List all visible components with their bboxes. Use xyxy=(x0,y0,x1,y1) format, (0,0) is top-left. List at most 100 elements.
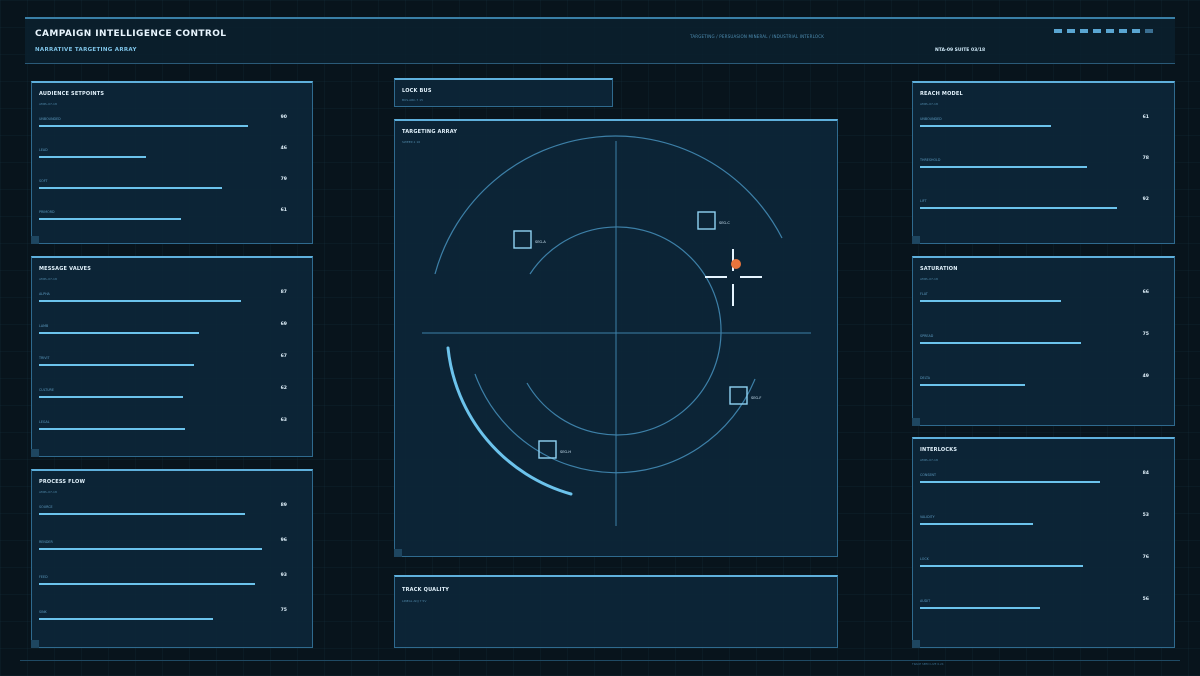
metric-value: 79 xyxy=(280,177,287,182)
metric-label: ALPHA xyxy=(39,292,50,296)
panel-process-flow: PROCESS FLOW AMPL-07-18 SOURCE 89 RENDER 96… xyxy=(31,469,313,648)
lock-reticle[interactable] xyxy=(705,249,762,306)
metric-bar xyxy=(920,207,1117,209)
panel-targeting-array: TARGETING ARRAY SWEEP-1 16 SEG-A SEG-C S… xyxy=(394,119,838,557)
metric-row: ALPHA 87 xyxy=(39,290,292,306)
panel-track-quality: TRACK QUALITY LINEAL ADJ 7 5V xyxy=(394,575,838,648)
metric-label: AUDIT xyxy=(920,599,931,603)
metric-bar xyxy=(39,156,146,158)
target-label: SEG-A xyxy=(535,240,546,244)
metric-value: 53 xyxy=(1142,513,1149,518)
panel-title: SATURATION xyxy=(920,266,958,272)
metric-bar xyxy=(920,300,1061,302)
metric-label: TRIVIT xyxy=(39,356,50,360)
target-box[interactable] xyxy=(697,211,716,230)
metric-row: UNBOUNDED 90 xyxy=(39,115,292,131)
panel-subtitle: LINEAL ADJ 7 5V xyxy=(402,599,427,603)
metric-value: 61 xyxy=(280,208,287,213)
panel-corner xyxy=(912,418,920,426)
metric-row: UNBOUNDED 61 xyxy=(920,115,1154,131)
radar-ring-inner xyxy=(526,226,722,436)
metric-label: CONSENT xyxy=(920,473,937,477)
metric-value: 62 xyxy=(280,386,287,391)
metric-bar xyxy=(920,166,1087,168)
metric-label: FEED xyxy=(39,575,48,579)
panel-corner xyxy=(31,236,39,244)
page-subtitle: NARRATIVE TARGETING ARRAY xyxy=(35,47,137,53)
target-seg-c[interactable]: SEG-C xyxy=(697,211,730,230)
metric-value: 56 xyxy=(1142,597,1149,602)
metric-row: FEED 93 xyxy=(39,573,292,589)
metric-bar xyxy=(39,583,255,585)
target-box[interactable] xyxy=(538,440,557,459)
panel-title: TRACK QUALITY xyxy=(402,587,450,593)
dashboard-root: CAMPAIGN INTELLIGENCE CONTROL NARRATIVE … xyxy=(0,0,1200,676)
metric-bar xyxy=(920,565,1083,567)
metric-value: 67 xyxy=(280,354,287,359)
metric-value: 78 xyxy=(1142,156,1149,161)
metric-value: 76 xyxy=(1142,555,1149,560)
page-title: CAMPAIGN INTELLIGENCE CONTROL xyxy=(35,29,227,39)
metric-label: DELTA xyxy=(920,376,931,380)
panel-corner xyxy=(912,236,920,244)
metric-row: SINK 75 xyxy=(39,608,292,624)
header-bar: CAMPAIGN INTELLIGENCE CONTROL NARRATIVE … xyxy=(25,17,1175,64)
metric-bar xyxy=(920,342,1081,344)
status-dot xyxy=(1054,29,1062,33)
metric-label: LOCK xyxy=(920,557,929,561)
target-seg-h[interactable]: SEG-H xyxy=(538,440,571,459)
panel-title: MESSAGE VALVES xyxy=(39,266,92,272)
targeting-radar[interactable]: SEG-A SEG-C SEG-F SEG-H xyxy=(395,121,837,557)
metric-row: SPREAD 75 xyxy=(920,332,1154,348)
metric-value: 49 xyxy=(1142,374,1149,379)
target-seg-f[interactable]: SEG-F xyxy=(729,386,761,405)
metric-value: 69 xyxy=(280,322,287,327)
lock-dot xyxy=(731,259,741,269)
status-dot xyxy=(1132,29,1140,33)
metric-bar xyxy=(39,396,183,398)
metric-row: LAMB 69 xyxy=(39,322,292,338)
status-dot xyxy=(1093,29,1101,33)
metric-value: 75 xyxy=(1142,332,1149,337)
metric-bar xyxy=(920,523,1033,525)
status-dot xyxy=(1119,29,1127,33)
panel-subtitle: AMPL-07-18 xyxy=(39,277,57,281)
panel-subtitle: BUS-ARC-7 15 xyxy=(402,98,424,102)
metric-value: 66 xyxy=(1142,290,1149,295)
target-box[interactable] xyxy=(513,230,532,249)
metric-bar xyxy=(39,548,262,550)
metric-value: 89 xyxy=(280,503,287,508)
panel-audience-setpoints: AUDIENCE SETPOINTS AMPL-07-18 UNBOUNDED 9… xyxy=(31,81,313,244)
panel-title: AUDIENCE SETPOINTS xyxy=(39,91,105,97)
panel-corner xyxy=(31,640,39,648)
metric-value: 46 xyxy=(280,146,287,151)
target-label: SEG-F xyxy=(751,396,761,400)
metric-value: 93 xyxy=(280,573,287,578)
panel-subtitle: AMPL-07-18 xyxy=(920,277,938,281)
metric-row: SOURCE 89 xyxy=(39,503,292,519)
panel-lock-bus: LOCK BUS BUS-ARC-7 15 xyxy=(394,78,613,107)
panel-corner xyxy=(31,449,39,457)
metric-row: LEGAL 63 xyxy=(39,418,292,434)
suite-meta: NTA-09 SUITE 03/18 xyxy=(935,48,986,53)
metric-row: SOFT 79 xyxy=(39,177,292,193)
metric-label: PRIMORD xyxy=(39,210,55,214)
target-seg-a[interactable]: SEG-A xyxy=(513,230,546,249)
panel-corner xyxy=(912,640,920,648)
metric-row: TRIVIT 67 xyxy=(39,354,292,370)
metric-bar xyxy=(39,513,245,515)
metric-value: 75 xyxy=(280,608,287,613)
metric-value: 92 xyxy=(1142,197,1149,202)
metric-row: CONSENT 84 xyxy=(920,471,1154,487)
metric-value: 61 xyxy=(1142,115,1149,120)
metric-bar xyxy=(39,428,185,430)
metric-bar xyxy=(920,481,1100,483)
metric-row: LIFT 92 xyxy=(920,197,1154,213)
panel-subtitle: AMPL-07-18 xyxy=(920,458,938,462)
metric-row: AUDIT 56 xyxy=(920,597,1154,613)
metric-row: LEAD 46 xyxy=(39,146,292,162)
metric-bar xyxy=(39,364,194,366)
metric-label: LIFT xyxy=(920,199,927,203)
footer-divider xyxy=(20,660,1180,661)
radar-arc-lower xyxy=(474,373,756,474)
